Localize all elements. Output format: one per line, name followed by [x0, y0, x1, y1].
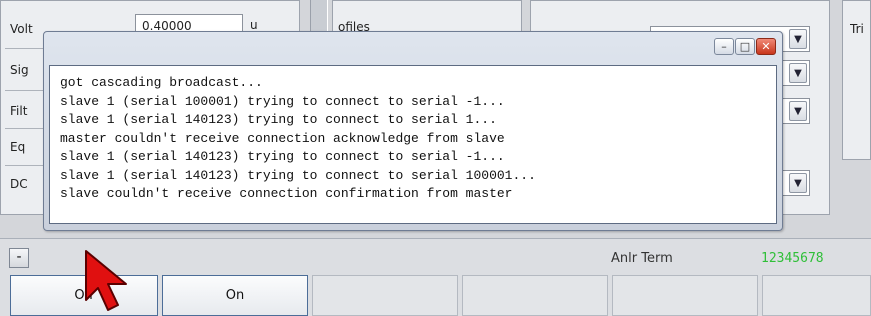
anlr-term-label: Anlr Term — [611, 251, 673, 266]
maximize-icon[interactable]: □ — [735, 38, 755, 55]
collapse-button[interactable]: - — [9, 248, 29, 268]
log-line: slave 1 (serial 140123) trying to connec… — [60, 167, 536, 183]
log-line: got cascading broadcast... — [60, 75, 263, 90]
window-controls: – □ ✕ — [714, 38, 776, 55]
trigger-label: Tri — [850, 22, 864, 36]
chevron-down-icon[interactable]: ▼ — [789, 63, 807, 83]
row-divider — [5, 90, 45, 91]
log-line: slave 1 (serial 140123) trying to connec… — [60, 149, 505, 164]
arrow-cursor-icon — [85, 250, 127, 311]
log-window: – □ ✕ got cascading broadcast... slave 1… — [43, 31, 783, 231]
minimize-icon[interactable]: – — [714, 38, 734, 55]
chevron-down-icon[interactable]: ▼ — [789, 101, 807, 121]
row-divider — [5, 165, 45, 166]
on-button-label: On — [225, 288, 245, 303]
chevron-down-icon[interactable]: ▼ — [789, 29, 807, 49]
log-line: slave 1 (serial 140123) trying to connec… — [60, 112, 497, 127]
empty-button-4[interactable] — [762, 275, 871, 316]
chevron-down-icon[interactable]: ▼ — [789, 173, 807, 193]
anlr-term-value: 12345678 — [761, 251, 824, 266]
signal-label: Sig — [10, 63, 29, 77]
empty-button-1[interactable] — [312, 275, 458, 316]
log-line: slave 1 (serial 100001) trying to connec… — [60, 93, 505, 109]
app-window: Volt 0.40000 u Sig Filt Eq DC ofiles ▼ ▼… — [0, 0, 871, 316]
log-line: slave couldn't receive connection confir… — [60, 186, 513, 201]
empty-button-3[interactable] — [612, 275, 758, 316]
voltage-label: Volt — [10, 22, 33, 36]
voltage-unit: u — [250, 18, 258, 32]
filter-label: Filt — [10, 104, 28, 118]
empty-button-2[interactable] — [462, 275, 608, 316]
log-output[interactable]: got cascading broadcast... slave 1 (seri… — [49, 65, 777, 224]
dc-label: DC — [10, 177, 28, 191]
log-line: master couldn't receive connection ackno… — [60, 130, 505, 146]
row-divider — [5, 128, 45, 129]
on-button[interactable]: On — [162, 275, 308, 316]
row-divider — [5, 48, 45, 49]
close-icon[interactable]: ✕ — [756, 38, 776, 55]
eq-label: Eq — [10, 140, 26, 154]
